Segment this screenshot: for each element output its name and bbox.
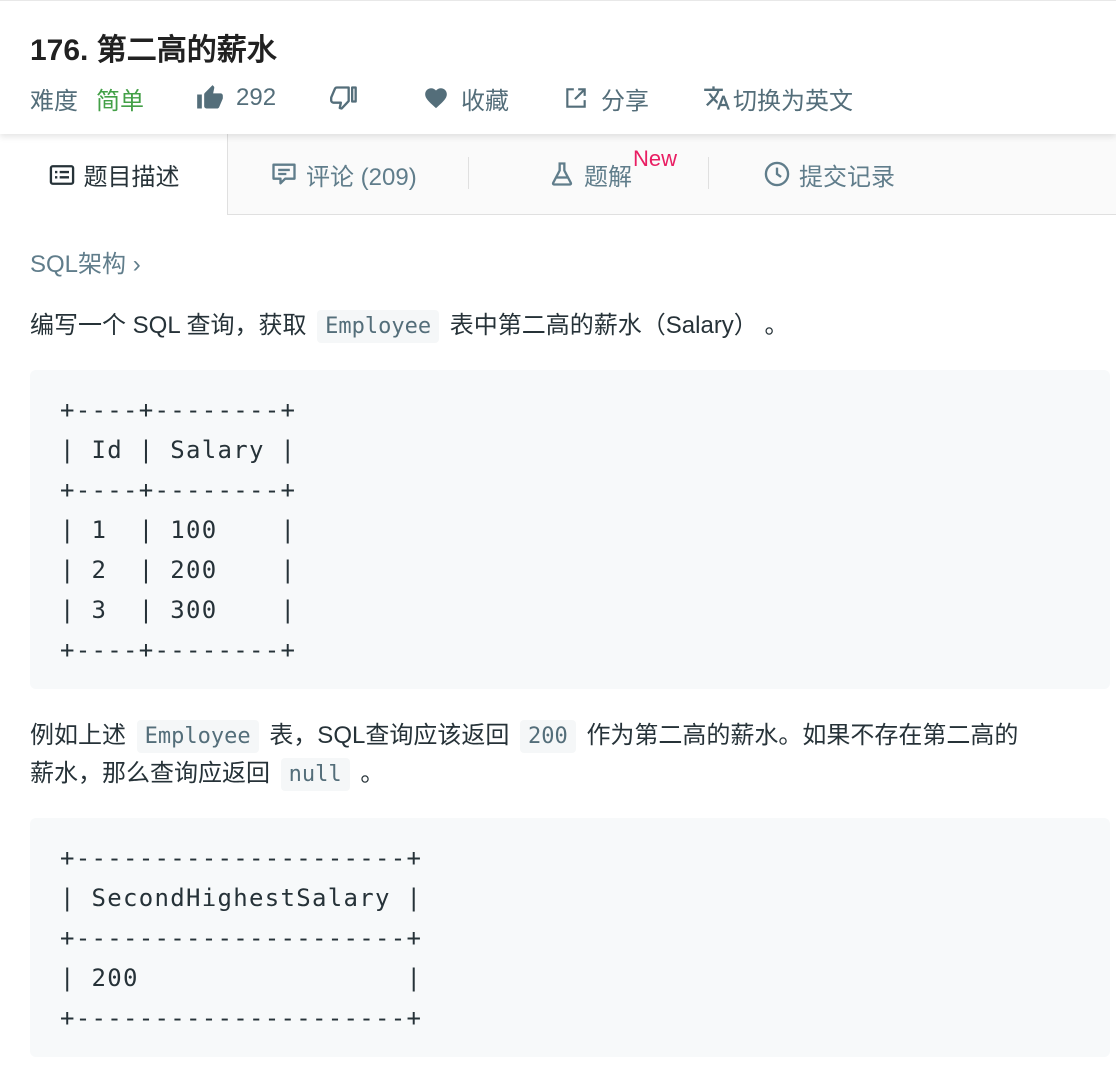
text-span: 薪水，那么查询应返回 (30, 760, 270, 787)
problem-title: 176. 第二高的薪水 (30, 34, 277, 67)
thumbs-down-icon (330, 84, 358, 112)
example-paragraph-continued: 薪水，那么查询应返回 null 。 (30, 754, 384, 795)
tab-description-label: 题目描述 (83, 164, 180, 191)
favorite-label: 收藏 (461, 87, 509, 115)
inline-code: Employee (136, 720, 259, 753)
inline-code: Employee (317, 310, 440, 343)
tab-divider (468, 157, 469, 189)
language-toggle-button[interactable]: 切换为英文 (703, 81, 853, 115)
description-icon (48, 161, 76, 189)
share-label: 分享 (601, 87, 649, 115)
tab-comments-label: 评论 (209) (306, 163, 417, 191)
text-span: 表中第二高的薪水（Salary） 。 (449, 312, 789, 339)
tab-bar: 题目描述 评论 (209) 题解 提交记录 (0, 134, 1116, 215)
tab-divider (708, 157, 709, 189)
problem-header: 176. 第二高的薪水 难度 简单 292 收藏 分享 切换为英文 (0, 0, 1116, 134)
example-paragraph: 例如上述 Employee 表，SQL查询应该返回 200 作为第二高的薪水。如… (30, 716, 1018, 757)
code-block-result-table: +---------------------+ | SecondHighestS… (30, 818, 1110, 1057)
like-count: 292 (236, 84, 277, 111)
breadcrumb[interactable]: SQL架构 › (30, 244, 141, 279)
like-button[interactable]: 292 (196, 81, 276, 115)
heart-icon (423, 85, 449, 111)
tab-solutions-label: 题解 (584, 163, 632, 191)
tab-comments[interactable]: 评论 (209) (270, 134, 417, 214)
flask-icon (548, 160, 576, 188)
share-button[interactable]: 分享 (563, 81, 649, 115)
inline-code: null (280, 758, 350, 791)
difficulty-label: 难度 (30, 87, 78, 115)
code-block-employee-table: +----+--------+ | Id | Salary | +----+--… (30, 370, 1110, 689)
inline-code: 200 (520, 720, 576, 753)
clock-icon (763, 160, 791, 188)
text-span: 编写一个 SQL 查询，获取 (30, 312, 307, 339)
tab-description[interactable]: 题目描述 (0, 134, 228, 215)
tab-submissions-label: 提交记录 (799, 163, 895, 191)
translate-icon (703, 84, 731, 112)
problem-meta-bar: 难度 简单 292 收藏 分享 切换为英文 (30, 81, 1110, 115)
new-badge: New (633, 146, 678, 171)
thumbs-up-icon (196, 84, 224, 112)
text-span: 表，SQL查询应该返回 (269, 722, 510, 749)
language-toggle-label: 切换为英文 (733, 87, 853, 115)
text-span: 例如上述 (30, 722, 126, 749)
tab-solutions[interactable]: 题解 (548, 134, 632, 214)
share-icon (563, 85, 589, 111)
text-span: 作为第二高的薪水。如果不存在第二高的 (586, 722, 1019, 749)
favorite-button[interactable]: 收藏 (423, 81, 509, 115)
comment-icon (270, 160, 298, 188)
tab-submissions[interactable]: 提交记录 (763, 134, 895, 214)
text-span: 。 (360, 760, 385, 787)
difficulty-value: 简单 (96, 87, 144, 115)
description-paragraph: 编写一个 SQL 查询，获取 Employee 表中第二高的薪水（Salary）… (30, 306, 788, 347)
dislike-button[interactable] (330, 81, 358, 115)
